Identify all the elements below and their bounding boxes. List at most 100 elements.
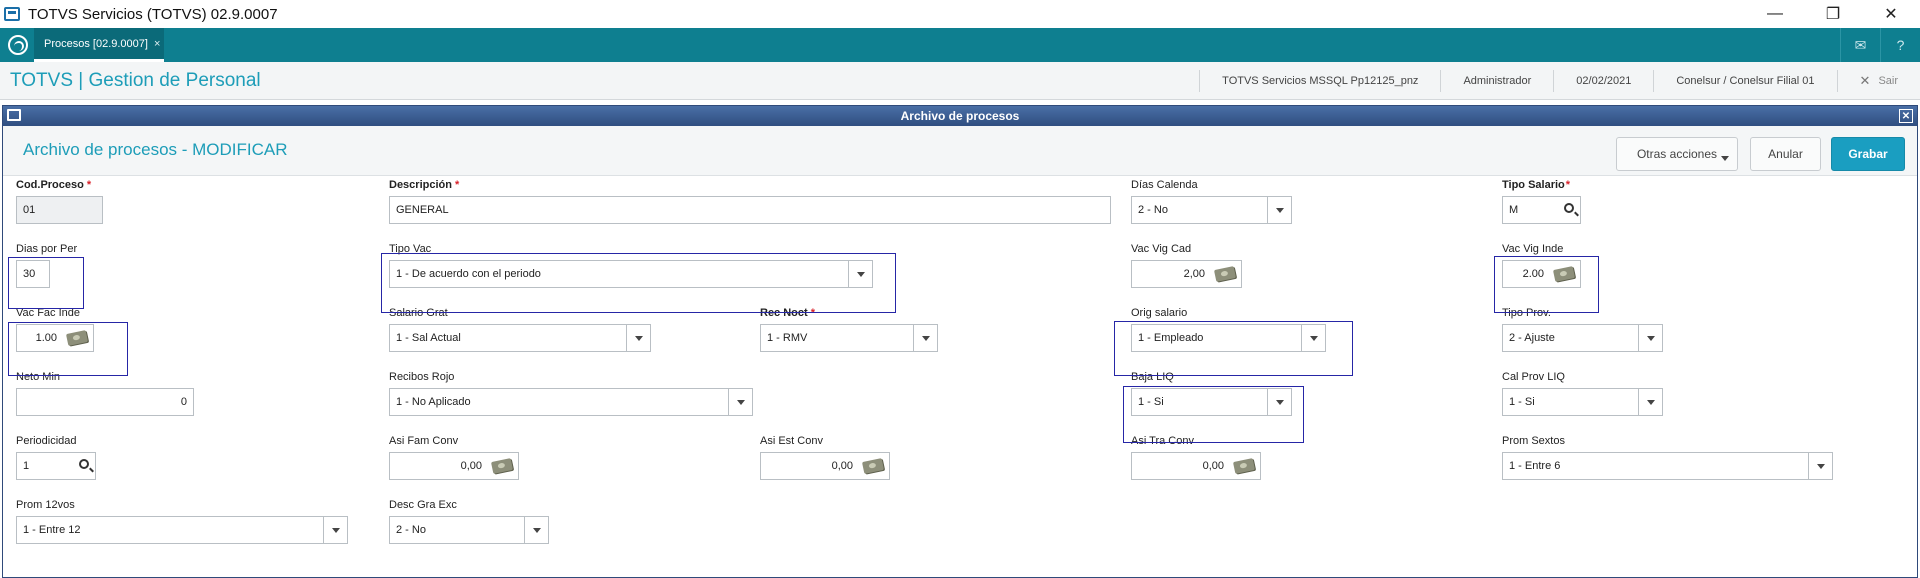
dias-calenda-select[interactable]: 2 - No xyxy=(1131,196,1292,224)
window-title: TOTVS Servicios (TOTVS) 02.9.0007 xyxy=(28,5,278,23)
chevron-down-icon[interactable] xyxy=(323,517,347,543)
desc-gra-exc-label: Desc Gra Exc xyxy=(389,499,457,511)
descripcion-input[interactable]: GENERAL xyxy=(389,196,1111,224)
prom-12vos-value: 1 - Entre 12 xyxy=(23,524,81,536)
field-rec-noct: Rec Noct * 1 - RMV xyxy=(760,307,938,355)
totvs-logo-icon[interactable] xyxy=(8,35,28,55)
dias-calenda-value: 2 - No xyxy=(1138,204,1168,216)
money-icon[interactable] xyxy=(1213,266,1237,282)
asi-fam-conv-value: 0,00 xyxy=(460,460,482,472)
money-icon[interactable] xyxy=(490,458,514,474)
chevron-down-icon[interactable] xyxy=(1267,197,1291,223)
field-neto-min: Neto Min 0 xyxy=(16,371,196,419)
restore-button[interactable]: ❐ xyxy=(1804,0,1862,28)
date-label: 02/02/2021 xyxy=(1553,70,1653,92)
money-icon[interactable] xyxy=(861,458,885,474)
search-icon[interactable] xyxy=(1564,203,1574,213)
periodicidad-value: 1 xyxy=(23,460,30,472)
chevron-down-icon[interactable] xyxy=(913,325,937,351)
chevron-down-icon[interactable] xyxy=(626,325,650,351)
tipo-prov-value: 2 - Ajuste xyxy=(1509,332,1555,344)
money-icon[interactable] xyxy=(1232,458,1256,474)
environment-label: TOTVS Servicios MSSQL Pp12125_pnz xyxy=(1199,70,1440,92)
user-label: Administrador xyxy=(1440,70,1553,92)
desc-gra-exc-value: 2 - No xyxy=(396,524,426,536)
page-title: Archivo de procesos - MODIFICAR xyxy=(23,140,288,159)
highlight-dias-por-per xyxy=(8,257,84,309)
tab-procesos[interactable]: Procesos [02.9.0007] × xyxy=(34,28,164,62)
asi-fam-conv-input[interactable]: 0,00 xyxy=(389,452,519,480)
asi-est-conv-input[interactable]: 0,00 xyxy=(760,452,890,480)
field-prom-sextos: Prom Sextos 1 - Entre 6 xyxy=(1502,435,1834,483)
field-cod-proceso: Cod.Proceso * 01 xyxy=(16,179,106,227)
close-window-button[interactable]: ✕ xyxy=(1862,0,1920,28)
brand-title: TOTVS | Gestion de Personal xyxy=(10,70,261,91)
field-tipo-salario: Tipo Salario* M xyxy=(1502,179,1582,227)
exit-label: Sair xyxy=(1878,75,1898,87)
otras-acciones-label: Otras acciones xyxy=(1636,147,1718,161)
field-periodicidad: Periodicidad 1 xyxy=(16,435,98,483)
highlight-vac-fac-inde xyxy=(8,322,128,376)
asi-tra-conv-input[interactable]: 0,00 xyxy=(1131,452,1261,480)
prom-sextos-select[interactable]: 1 - Entre 6 xyxy=(1502,452,1833,480)
highlight-vac-vig-inde xyxy=(1494,256,1599,313)
prom-12vos-select[interactable]: 1 - Entre 12 xyxy=(16,516,348,544)
tab-close-icon[interactable]: × xyxy=(154,38,160,50)
anular-button[interactable]: Anular xyxy=(1750,137,1821,171)
archivo-procesos-dialog: Archivo de procesos ✕ Archivo de proceso… xyxy=(2,105,1918,578)
recibos-rojo-select[interactable]: 1 - No Aplicado xyxy=(389,388,753,416)
field-desc-gra-exc: Desc Gra Exc 2 - No xyxy=(389,499,551,547)
grabar-button[interactable]: Grabar xyxy=(1831,137,1905,171)
dialog-title: Archivo de procesos xyxy=(900,109,1020,123)
dialog-header: Archivo de procesos - MODIFICAR Otras ac… xyxy=(3,126,1917,176)
highlight-baja-liq xyxy=(1123,386,1304,443)
rec-noct-value: 1 - RMV xyxy=(767,332,808,344)
salario-grat-value: 1 - Sal Actual xyxy=(396,332,461,344)
cal-prov-liq-select[interactable]: 1 - Si xyxy=(1502,388,1663,416)
tab-bar: Procesos [02.9.0007] × ✉ ? xyxy=(0,28,1920,62)
chevron-down-icon[interactable] xyxy=(1638,389,1662,415)
recibos-rojo-label: Recibos Rojo xyxy=(389,371,455,383)
vac-vig-cad-input[interactable]: 2,00 xyxy=(1131,260,1242,288)
cal-prov-liq-value: 1 - Si xyxy=(1509,396,1535,408)
exit-button[interactable]: ✕ Sair xyxy=(1836,70,1920,92)
search-icon[interactable] xyxy=(79,459,89,469)
asi-tra-conv-value: 0,00 xyxy=(1202,460,1224,472)
field-recibos-rojo: Recibos Rojo 1 - No Aplicado xyxy=(389,371,753,419)
dialog-titlebar: Archivo de procesos ✕ xyxy=(3,106,1917,126)
field-vac-vig-cad: Vac Vig Cad 2,00 xyxy=(1131,243,1261,291)
highlight-orig-salario xyxy=(1114,321,1353,376)
chevron-down-icon[interactable] xyxy=(728,389,752,415)
minimize-button[interactable]: — xyxy=(1746,0,1804,28)
dialog-close-icon[interactable]: ✕ xyxy=(1899,109,1913,123)
prom-sextos-label: Prom Sextos xyxy=(1502,435,1565,447)
otras-acciones-button[interactable]: Otras acciones xyxy=(1616,137,1738,171)
field-salario-grat: Salario Grat 1 - Sal Actual xyxy=(389,307,651,355)
neto-min-input[interactable]: 0 xyxy=(16,388,194,416)
asi-est-conv-label: Asi Est Conv xyxy=(760,435,823,447)
cod-proceso-input[interactable]: 01 xyxy=(16,196,103,224)
periodicidad-input[interactable]: 1 xyxy=(16,452,96,480)
field-asi-est-conv: Asi Est Conv 0,00 xyxy=(760,435,890,483)
rec-noct-select[interactable]: 1 - RMV xyxy=(760,324,938,352)
branch-label[interactable]: Conelsur / Conelsur Filial 01 xyxy=(1653,70,1836,92)
descripcion-label: Descripción xyxy=(389,179,452,191)
help-icon[interactable]: ? xyxy=(1880,28,1920,62)
tipo-salario-input[interactable]: M xyxy=(1502,196,1581,224)
chevron-down-icon[interactable] xyxy=(1808,453,1832,479)
field-cal-prov-liq: Cal Prov LIQ 1 - Si xyxy=(1502,371,1664,419)
desc-gra-exc-select[interactable]: 2 - No xyxy=(389,516,549,544)
vac-vig-cad-value: 2,00 xyxy=(1183,268,1205,280)
salario-grat-select[interactable]: 1 - Sal Actual xyxy=(389,324,651,352)
chevron-down-icon xyxy=(1721,156,1729,161)
close-x-icon: ✕ xyxy=(1859,73,1871,88)
tipo-prov-select[interactable]: 2 - Ajuste xyxy=(1502,324,1663,352)
chevron-down-icon[interactable] xyxy=(524,517,548,543)
vac-vig-cad-label: Vac Vig Cad xyxy=(1131,243,1192,255)
field-dias-calenda: Días Calenda 2 - No xyxy=(1131,179,1293,227)
periodicidad-label: Periodicidad xyxy=(16,435,77,447)
mail-icon[interactable]: ✉ xyxy=(1840,28,1880,62)
cal-prov-liq-label: Cal Prov LIQ xyxy=(1502,371,1565,383)
process-form: Cod.Proceso * 01 Descripción * GENERAL Día… xyxy=(3,176,1917,577)
chevron-down-icon[interactable] xyxy=(1638,325,1662,351)
